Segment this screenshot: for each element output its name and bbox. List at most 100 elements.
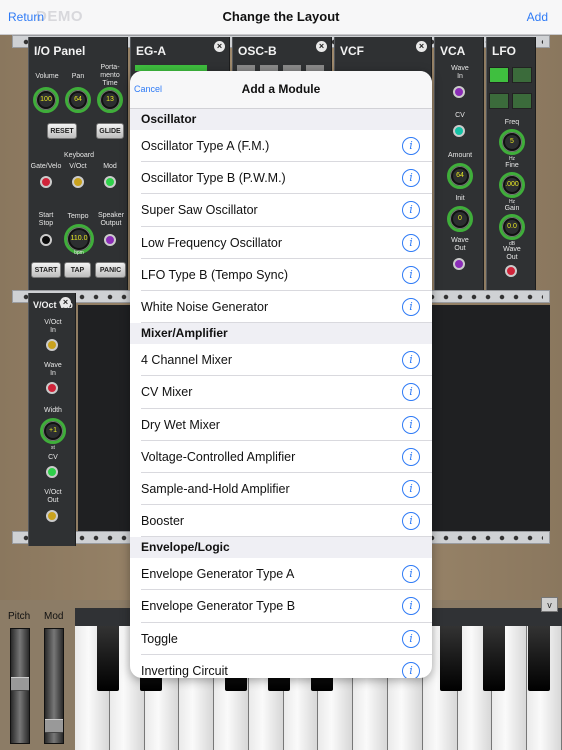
- module-list-item[interactable]: Sample-and-Hold Amplifier i: [141, 473, 432, 506]
- glide-button[interactable]: GLIDE: [96, 123, 124, 139]
- cv-label: CV: [48, 454, 58, 461]
- pan-knob[interactable]: 64: [65, 87, 91, 113]
- vib-cv-jack[interactable]: [46, 466, 58, 478]
- info-icon[interactable]: i: [402, 297, 420, 316]
- sine-wave-button[interactable]: [489, 67, 509, 83]
- module-list-item[interactable]: 4 Channel Mixer i: [141, 344, 432, 377]
- voct-in-label: V/Oct In: [44, 319, 62, 334]
- gate-velo-label: Gate/Velo: [30, 163, 62, 170]
- gain-label: Gain: [504, 205, 520, 212]
- close-icon[interactable]: ×: [316, 41, 327, 52]
- info-icon[interactable]: i: [402, 565, 420, 584]
- info-icon[interactable]: i: [402, 383, 420, 402]
- voct-vib-module[interactable]: V/Oct Vib × V/Oct In Wave In Width +1 st…: [28, 293, 76, 546]
- info-icon[interactable]: i: [402, 201, 420, 220]
- pitch-wheel[interactable]: [10, 628, 30, 744]
- cv-label: CV: [455, 112, 465, 119]
- vca-module[interactable]: VCA Wave In CV Amount 64 Init 0 Wave Out: [434, 37, 484, 290]
- wave-in-label: Wave In: [44, 362, 62, 377]
- speaker-output-jack[interactable]: [104, 234, 116, 246]
- vib-voct-out-jack[interactable]: [46, 510, 58, 522]
- module-list-item[interactable]: CV Mixer i: [141, 376, 432, 409]
- vca-wave-out-jack[interactable]: [453, 258, 465, 270]
- io-panel-module[interactable]: I/O Panel Volume Pan Porta- mento Time 1…: [28, 37, 128, 290]
- module-list-item-label: Booster: [141, 514, 185, 529]
- gain-knob[interactable]: 0.0: [499, 214, 525, 240]
- module-list-item[interactable]: Oscillator Type A (F.M.) i: [141, 130, 432, 163]
- amount-knob[interactable]: 64: [447, 163, 473, 189]
- start-stop-jack[interactable]: [40, 234, 52, 246]
- info-icon[interactable]: i: [402, 512, 420, 531]
- info-icon[interactable]: i: [402, 479, 420, 498]
- tap-button[interactable]: TAP: [64, 262, 91, 278]
- width-knob[interactable]: +1: [40, 418, 66, 444]
- black-key[interactable]: [483, 626, 505, 691]
- portamento-knob[interactable]: 13: [97, 87, 123, 113]
- module-list-item[interactable]: Envelope Generator Type B i: [141, 590, 432, 623]
- module-list-item[interactable]: Voltage-Controlled Amplifier i: [141, 441, 432, 473]
- mod-wheel[interactable]: [44, 628, 64, 744]
- module-list-item[interactable]: LFO Type B (Tempo Sync) i: [141, 259, 432, 291]
- info-icon[interactable]: i: [402, 169, 420, 188]
- black-key[interactable]: [528, 626, 550, 691]
- start-button[interactable]: START: [31, 262, 61, 278]
- chevron-down-icon[interactable]: v: [541, 597, 558, 612]
- vib-wave-in-jack[interactable]: [46, 382, 58, 394]
- add-button[interactable]: Add: [527, 10, 548, 24]
- info-icon[interactable]: i: [402, 233, 420, 252]
- module-list-item-label: White Noise Generator: [141, 299, 269, 314]
- module-list-item[interactable]: White Noise Generator i: [141, 291, 432, 324]
- vca-wave-in-jack[interactable]: [453, 86, 465, 98]
- section-header: Envelope/Logic: [130, 537, 432, 559]
- close-icon[interactable]: ×: [60, 297, 71, 308]
- triangle-wave-button[interactable]: [512, 67, 532, 83]
- volume-knob[interactable]: 100: [33, 87, 59, 113]
- close-icon[interactable]: ×: [214, 41, 225, 52]
- module-list-item[interactable]: Envelope Generator Type A i: [141, 558, 432, 591]
- mod-out-jack[interactable]: [104, 176, 116, 188]
- info-icon[interactable]: i: [402, 661, 420, 678]
- module-list-item-label: Voltage-Controlled Amplifier: [141, 449, 296, 464]
- lfo-module[interactable]: LFO Freq 5 Hz Fine .000 Hz Gain 0.0 dB W…: [486, 37, 536, 290]
- popover-title: Add a Module: [241, 82, 321, 96]
- module-list-item[interactable]: Super Saw Oscillator i: [141, 194, 432, 227]
- close-icon[interactable]: ×: [416, 41, 427, 52]
- module-list-item-label: Super Saw Oscillator: [141, 203, 258, 218]
- info-icon[interactable]: i: [402, 351, 420, 370]
- info-icon[interactable]: i: [402, 597, 420, 616]
- black-key[interactable]: [97, 626, 119, 691]
- tempo-label: Tempo: [67, 213, 89, 220]
- black-key[interactable]: [440, 626, 462, 691]
- fine-label: Fine: [505, 162, 519, 169]
- info-icon[interactable]: i: [402, 265, 420, 284]
- module-list-item[interactable]: Oscillator Type B (P.W.M.) i: [141, 162, 432, 195]
- module-title: VCF: [340, 44, 364, 58]
- page-title: Change the Layout: [222, 9, 340, 24]
- panic-button[interactable]: PANIC: [95, 262, 126, 278]
- module-list-item[interactable]: Inverting Circuit i: [141, 655, 432, 678]
- reset-button[interactable]: RESET: [47, 123, 77, 139]
- init-knob[interactable]: 0: [447, 206, 473, 232]
- square-wave-button[interactable]: [489, 93, 509, 109]
- voct-out-jack[interactable]: [72, 176, 84, 188]
- info-icon[interactable]: i: [402, 629, 420, 648]
- freq-label: Freq: [504, 119, 520, 126]
- module-list-item-label: Oscillator Type B (P.W.M.): [141, 171, 286, 186]
- module-list-item[interactable]: Toggle i: [141, 623, 432, 655]
- pan-label: Pan: [71, 73, 85, 80]
- lfo-wave-out-jack[interactable]: [505, 265, 517, 277]
- vca-cv-jack[interactable]: [453, 125, 465, 137]
- freq-knob[interactable]: 5: [499, 129, 525, 155]
- add-module-popover: Cancel Add a Module Oscillator Oscillator…: [130, 71, 432, 678]
- fine-knob[interactable]: .000: [499, 172, 525, 198]
- saw-wave-button[interactable]: [512, 93, 532, 109]
- gate-out-jack[interactable]: [40, 176, 52, 188]
- module-list-item[interactable]: Dry Wet Mixer i: [141, 409, 432, 441]
- info-icon[interactable]: i: [402, 137, 420, 155]
- vib-voct-in-jack[interactable]: [46, 339, 58, 351]
- info-icon[interactable]: i: [402, 447, 420, 466]
- amount-label: Amount: [447, 152, 473, 159]
- module-list-item[interactable]: Booster i: [141, 505, 432, 538]
- info-icon[interactable]: i: [402, 415, 420, 434]
- module-list-item[interactable]: Low Frequency Oscillator i: [141, 227, 432, 259]
